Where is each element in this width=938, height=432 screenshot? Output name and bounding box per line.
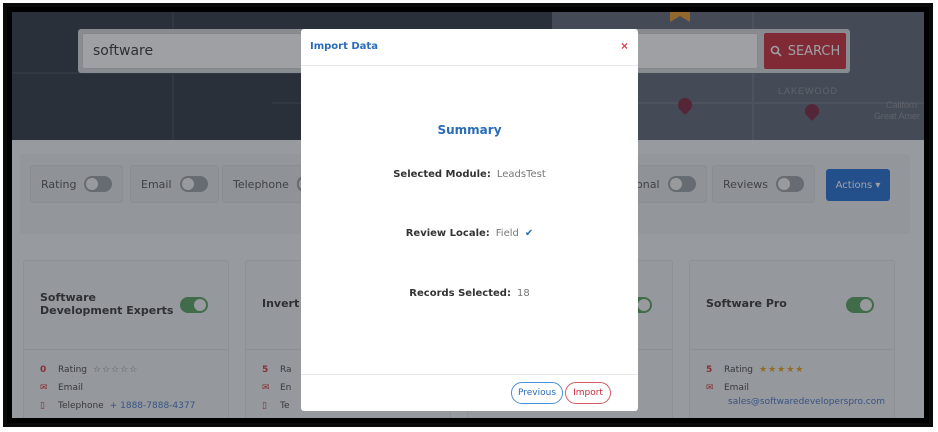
check-icon: ✔	[524, 228, 534, 239]
selected-module-value: LeadsTest	[496, 169, 546, 180]
modal-title: Import Data	[310, 41, 378, 52]
review-locale-row: Review Locale: Field ✔	[301, 228, 638, 239]
review-locale-value: Field	[495, 228, 519, 239]
selected-module-row: Selected Module: LeadsTest	[301, 169, 638, 180]
records-selected-row: Records Selected: 18	[301, 288, 638, 299]
selected-module-label: Selected Module:	[393, 169, 491, 180]
close-icon[interactable]: ×	[621, 39, 628, 53]
summary-heading: Summary	[437, 123, 502, 137]
previous-button[interactable]: Previous	[511, 382, 563, 404]
review-locale-label: Review Locale:	[405, 228, 490, 239]
import-data-modal: Import Data × Summary Selected Module: L…	[301, 29, 638, 411]
records-selected-label: Records Selected:	[409, 288, 511, 299]
window-frame: LAKEWOOD Californ Great Amer software SE…	[3, 3, 933, 427]
import-button[interactable]: Import	[565, 382, 611, 404]
app-viewport: LAKEWOOD Californ Great Amer software SE…	[12, 12, 924, 418]
records-selected-value: 18	[516, 288, 530, 299]
